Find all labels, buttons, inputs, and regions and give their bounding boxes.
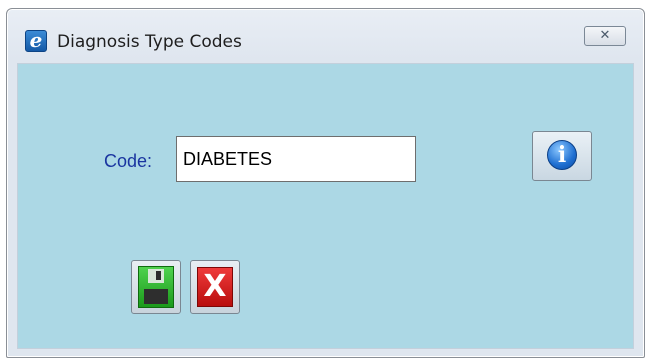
info-icon: i <box>547 140 577 170</box>
app-icon-letter: e <box>29 28 43 52</box>
code-input[interactable] <box>176 136 416 182</box>
floppy-label <box>144 289 168 304</box>
dialog-window: e Diagnosis Type Codes ✕ Code: i X <box>6 8 645 358</box>
info-icon-glyph: i <box>557 142 567 168</box>
close-button[interactable]: ✕ <box>584 26 626 46</box>
app-icon: e <box>25 28 47 52</box>
close-icon: ✕ <box>599 28 611 43</box>
floppy-disk-icon <box>138 266 174 308</box>
red-x-icon: X <box>197 267 233 307</box>
window-title: Diagnosis Type Codes <box>57 32 242 52</box>
floppy-slot <box>156 271 161 280</box>
title-bar[interactable]: e Diagnosis Type Codes ✕ <box>7 9 644 63</box>
dialog-content: Code: i X <box>17 63 634 349</box>
info-button[interactable]: i <box>532 131 592 181</box>
cancel-button[interactable]: X <box>190 260 240 314</box>
save-button[interactable] <box>131 260 181 314</box>
code-label: Code: <box>104 151 153 171</box>
